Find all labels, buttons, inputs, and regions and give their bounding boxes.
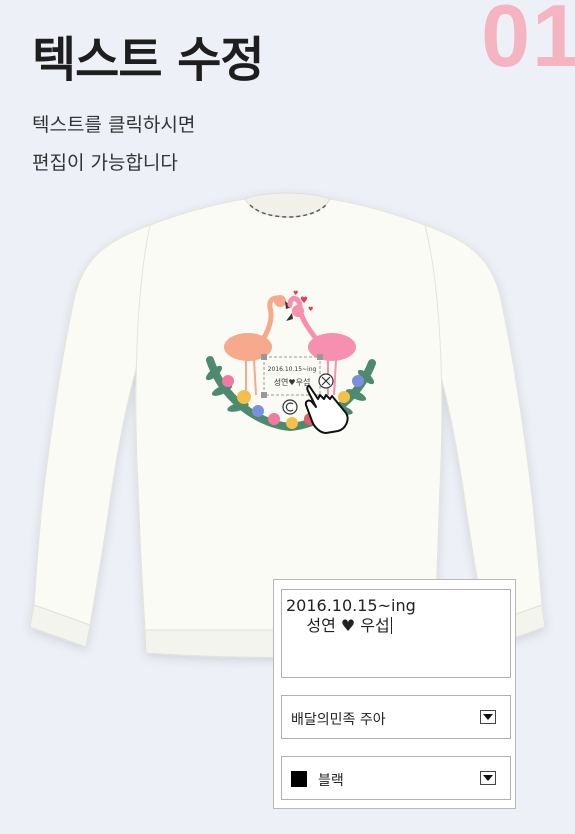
page-title: 텍스트 수정 (32, 32, 265, 88)
color-swatch (291, 771, 307, 787)
description-line-1: 텍스트를 클릭하시면 (32, 114, 196, 136)
text-editor-panel: 2016.10.15~ing 성연 ♥ 우섭 배달의민족 주아 블랙 (273, 579, 516, 809)
dropdown-arrow-icon[interactable] (480, 771, 496, 785)
text-input[interactable]: 2016.10.15~ing 성연 ♥ 우섭 (281, 589, 511, 678)
text-caret (390, 617, 392, 634)
heart-icon: ♥ (300, 296, 308, 306)
color-select[interactable]: 블랙 (281, 756, 511, 800)
dropdown-arrow-icon[interactable] (480, 710, 496, 724)
preview-line-1: 2016.10.15~ing (268, 366, 317, 373)
rotate-handle-icon (282, 399, 298, 415)
svg-text:♥: ♥ (308, 306, 313, 313)
delete-handle-icon (318, 373, 334, 389)
font-select-value: 배달의민족 주아 (291, 712, 386, 728)
preview-line-2: 성연♥우섭 (274, 377, 311, 387)
svg-text:♥: ♥ (293, 290, 298, 297)
font-select[interactable]: 배달의민족 주아 (281, 695, 511, 739)
step-number: 01 (481, 0, 575, 85)
color-select-value: 블랙 (318, 773, 344, 789)
description-line-2: 편집이 가능합니다 (32, 152, 178, 174)
